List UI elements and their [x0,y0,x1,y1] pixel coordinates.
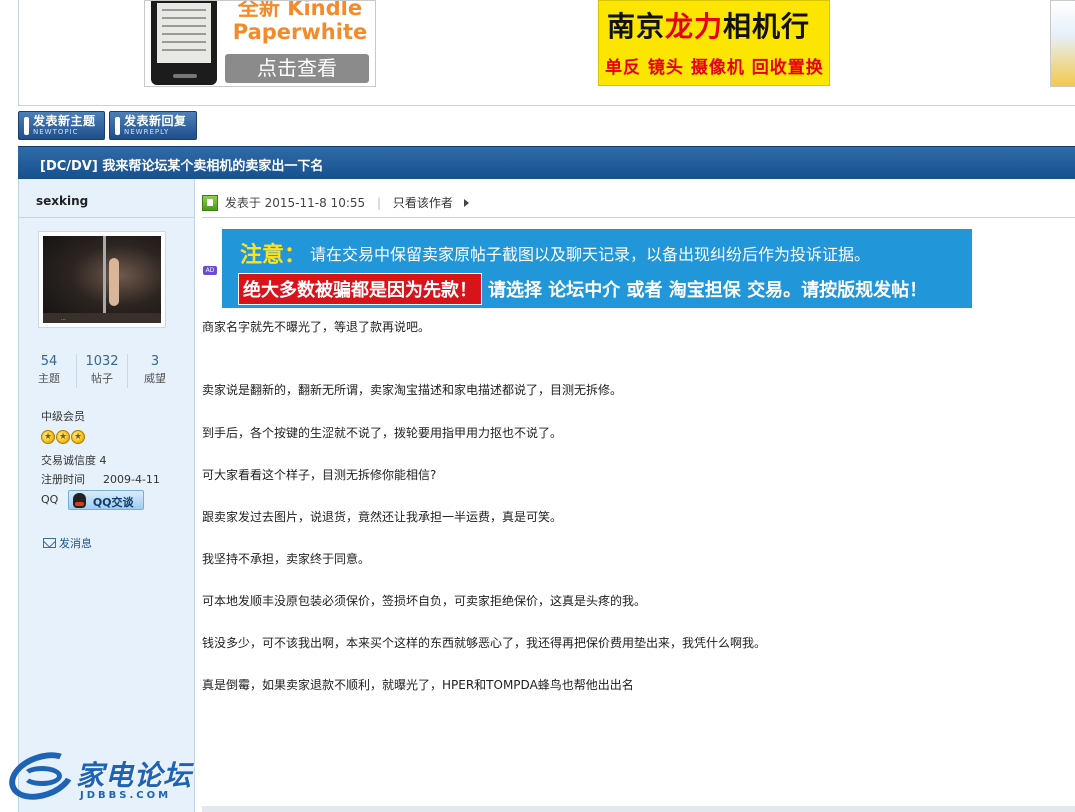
kindle-device-image [151,1,217,85]
avatar[interactable]: ... [38,231,166,328]
site-watermark-logo: 家电论坛 JDBBS.COM [2,743,208,810]
kindle-ad-banner[interactable]: 全新 Kindle Paperwhite 点击查看 [144,0,376,87]
arrow-right-icon [463,198,469,207]
register-date-row: 注册时间 2009-4-11 [41,473,160,486]
camera-store-ad-banner[interactable]: 南京龙力相机行 单反 镜头 摄像机 回收置换 [598,0,830,86]
divider: | [376,195,382,210]
watermark-site-name: 家电论坛 [76,759,193,792]
kindle-ad-button[interactable]: 点击查看 [225,54,369,83]
new-topic-button[interactable]: 发表新主题 NEWTOPIC [18,111,105,140]
star-icon: ★ [41,430,55,444]
camera-store-name: 南京龙力相机行 [607,10,811,43]
ad-badge: AD [203,266,217,275]
user-group[interactable]: 中级会员 [41,408,85,424]
partial-ad-banner[interactable] [1050,0,1075,87]
post-paragraph: 跟卖家发过去图片，说退货，竟然还让我承担一半运费，真是可笑。 [202,510,563,524]
notice-text: 请在交易中保留卖家原帖子截图以及聊天记录，以备出现纠纷后作为投诉证据。 [310,245,871,264]
notice-warning: 绝大多数被骗都是因为先款！ [238,273,482,305]
post-paragraph: 到手后，各个按键的生涩就不说了，拨轮要用指甲用力抠也不说了。 [202,426,563,440]
post-paragraph: 真是倒霉，如果卖家退款不顺利，就曝光了，HPER和TOMPDA蜂鸟也帮他出出名 [202,678,634,692]
post-meta: 发表于 2015-11-8 10:55 | 只看该作者 [202,194,469,212]
thread-header: [DC/DV] 我来帮论坛某个卖相机的卖家出一下名 [18,146,1075,179]
post-paragraph: 可大家看看这个样子，目测无拆修你能相信? [202,468,437,482]
post-paragraph: 卖家说是翻新的，翻新无所谓，卖家淘宝描述和家电描述都说了，目测无拆修。 [202,383,623,397]
camera-store-tagline: 单反 镜头 摄像机 回收置换 [605,58,824,78]
divider [202,217,1075,218]
post-paragraph: 可本地发顺丰没原包装必须保价，签损坏自负，可卖家拒绝保价，这真是头疼的我。 [202,594,647,608]
stat-posts[interactable]: 1032 帖子 [76,354,128,388]
stat-topics[interactable]: 54 主题 [23,354,75,388]
watermark-domain: JDBBS.COM [80,790,172,801]
star-icon: ★ [56,430,70,444]
thread-title: [DC/DV] 我来帮论坛某个卖相机的卖家出一下名 [40,159,324,174]
stat-credit: 3 威望 [144,354,166,385]
trade-notice-banner[interactable]: 注意： 请在交易中保留卖家原帖子截图以及聊天记录，以备出现纠纷后作为投诉证据。 绝… [222,229,972,308]
post-content: 发表于 2015-11-8 10:55 | 只看该作者 AD 注意： 请在交易中保… [196,179,1075,812]
kindle-ad-title: 全新 Kindle Paperwhite [232,0,368,44]
post-paragraph: 我坚持不承担，卖家终于同意。 [202,552,371,566]
trade-trust: 交易诚信度 4 [41,454,107,467]
notice-heading: 注意： [240,243,307,268]
author-username[interactable]: sexking [36,194,88,208]
qq-row: QQ QQ交谈 [41,490,144,510]
post-paragraph: 商家名字就先不曝光了，等退了款再说吧。 [202,320,431,334]
post-paragraph: 钱没多少，可不该我出啊，本来买个这样的东西就够恶心了，我还得再把保价费用垫出来，… [202,636,767,650]
notice-instruction: 请选择 论坛中介 或者 淘宝担保 交易。请按版规发帖！ [488,280,928,301]
send-message-link[interactable]: 发消息 [43,535,92,551]
only-author-link[interactable]: 只看该作者 [393,194,453,211]
post-timestamp: 发表于 2015-11-8 10:55 [224,196,366,210]
star-icon: ★ [71,430,85,444]
divider [19,217,194,218]
post-footer-bar [202,806,1075,812]
author-sidebar: sexking ... 54 主题 1032 帖子 3 威望 中级会员 ★ ★ ★ … [18,179,195,812]
qq-penguin-icon [72,493,86,508]
qq-chat-button[interactable]: QQ交谈 [67,490,144,510]
post-status-icon [202,194,218,211]
mail-icon [43,538,56,548]
register-date: 2009-4-11 [103,473,160,486]
new-reply-button[interactable]: 发表新回复 NEWREPLY [109,111,197,140]
rank-stars: ★ ★ ★ [41,429,86,444]
